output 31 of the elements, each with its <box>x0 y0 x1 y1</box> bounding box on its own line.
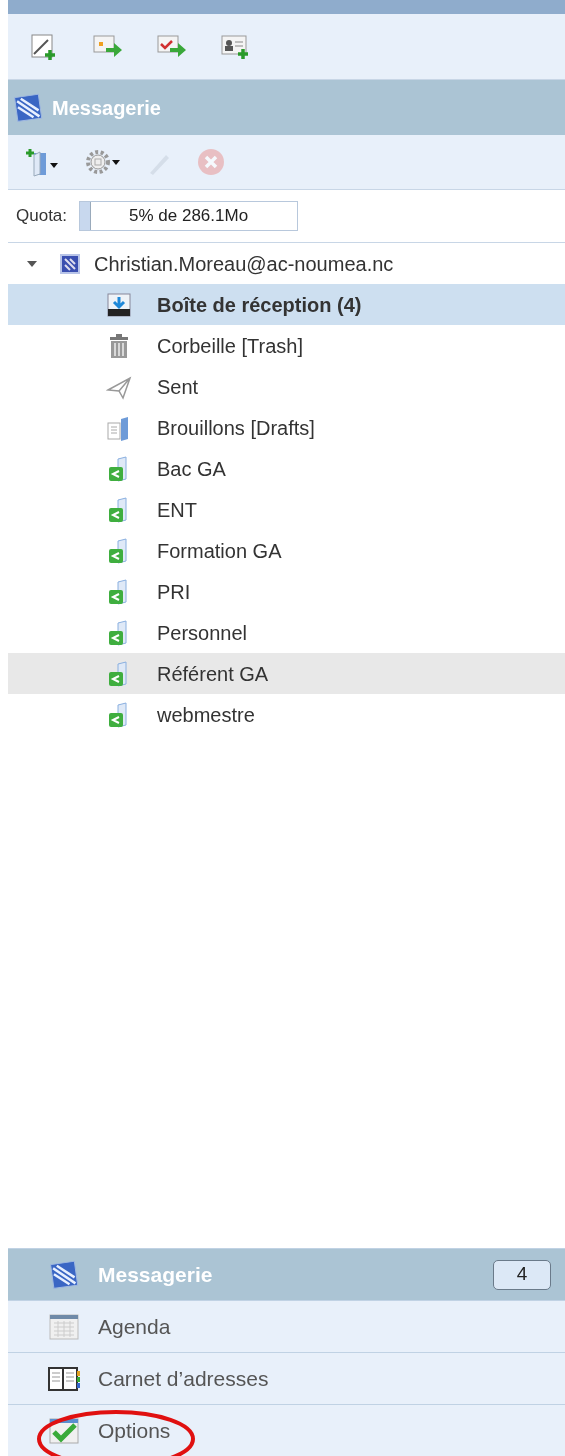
account-row[interactable]: Christian.Moreau@ac-noumea.nc <box>8 243 565 284</box>
folder-name: PRI <box>157 579 191 605</box>
quota-reading: 5% de 286.1Mo <box>128 205 250 228</box>
account-name: Christian.Moreau@ac-noumea.nc <box>94 251 394 277</box>
note-add-icon[interactable] <box>28 31 58 62</box>
nav-item[interactable]: Options <box>8 1404 565 1456</box>
inbox-icon <box>106 291 132 318</box>
quota-label: Quota: <box>16 205 68 228</box>
nav-item[interactable]: Carnet d’adresses <box>8 1352 565 1404</box>
folder-item[interactable]: Référent GA <box>8 653 565 694</box>
folder-name: Brouillons [Drafts] <box>157 415 315 441</box>
account-icon <box>58 251 82 276</box>
folder-item[interactable]: Boîte de réception (4) <box>8 284 565 325</box>
folder-name: Sent <box>157 374 199 400</box>
nav-label: Messagerie <box>98 1261 213 1288</box>
folder-name: Bac GA <box>157 456 226 482</box>
nav-label: Agenda <box>98 1313 171 1340</box>
gear-icon[interactable] <box>84 147 122 177</box>
nav-label: Carnet d’adresses <box>98 1365 269 1392</box>
nav-label: Options <box>98 1417 171 1444</box>
nav-item[interactable]: Agenda <box>8 1300 565 1352</box>
folder-name: webmestre <box>157 702 255 728</box>
folder-name: Formation GA <box>157 538 282 564</box>
folder-name: Boîte de réception (4) <box>157 292 362 318</box>
folder-name: Référent GA <box>157 661 269 687</box>
unread-count-badge: 4 <box>493 1259 551 1290</box>
folder-name: Corbeille [Trash] <box>157 333 303 359</box>
folder-name: Personnel <box>157 620 248 646</box>
nav-item[interactable]: Messagerie 4 <box>8 1248 565 1300</box>
panel-title: Messagerie <box>52 95 161 121</box>
folder-name: ENT <box>157 497 197 523</box>
